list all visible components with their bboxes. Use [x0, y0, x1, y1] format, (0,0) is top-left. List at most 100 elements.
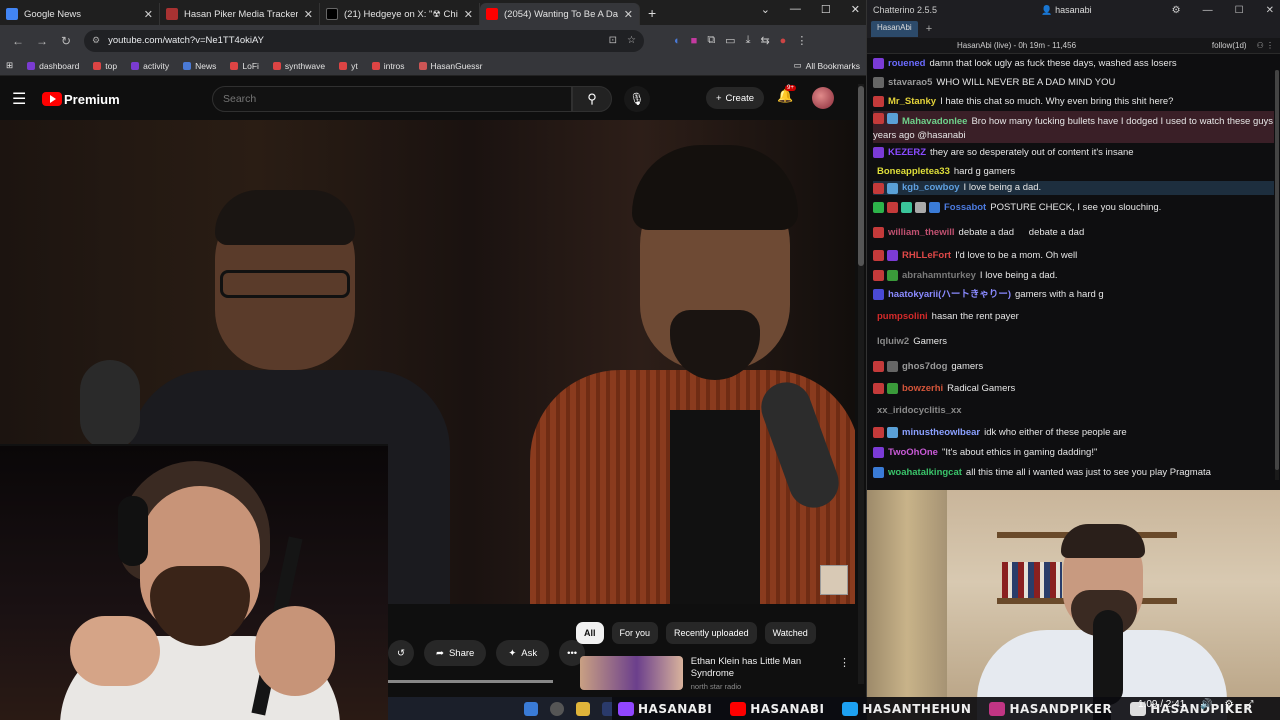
- minimize-icon[interactable]: —: [790, 3, 801, 16]
- new-tab-button[interactable]: +: [648, 5, 656, 21]
- browser-tab-x[interactable]: (21) Hedgeye on X: "☢ China' ✕: [320, 3, 480, 25]
- chat-badge-icon[interactable]: [873, 270, 884, 281]
- windows-start-icon[interactable]: [524, 701, 538, 716]
- close-window-icon[interactable]: ✕: [851, 3, 860, 16]
- create-button[interactable]: + Create: [706, 87, 764, 109]
- bookmark-item[interactable]: LoFi: [230, 61, 259, 71]
- chat-badge-icon[interactable]: [873, 113, 884, 124]
- bookmark-item[interactable]: HasanGuessr: [418, 61, 482, 71]
- close-tab-icon[interactable]: ✕: [304, 8, 313, 21]
- chip-for-you[interactable]: For you: [611, 622, 659, 644]
- chip-recently-uploaded[interactable]: Recently uploaded: [666, 622, 757, 644]
- users-icon[interactable]: ⚇ ⋮: [1257, 41, 1274, 50]
- extension-icon[interactable]: ■: [691, 35, 698, 47]
- dropdown-icon[interactable]: ⌄: [761, 3, 770, 16]
- all-bookmarks-button[interactable]: ▭ All Bookmarks: [794, 60, 860, 71]
- bookmark-item[interactable]: dashboard: [27, 61, 79, 71]
- maximize-icon[interactable]: ☐: [1235, 5, 1244, 16]
- bookmark-item[interactable]: synthwave: [272, 61, 325, 71]
- chat-username[interactable]: woahatalkingcat: [888, 466, 962, 480]
- chat-badge-icon[interactable]: [873, 427, 884, 438]
- chat-badge-icon[interactable]: [887, 383, 898, 394]
- search-icon[interactable]: [550, 701, 564, 716]
- search-button[interactable]: ⚲: [572, 86, 612, 112]
- maximize-icon[interactable]: ☐: [821, 3, 831, 16]
- chat-badge-icon[interactable]: [873, 58, 884, 69]
- chat-username[interactable]: Mr_Stanky: [888, 95, 936, 109]
- voice-search-button[interactable]: 🎙: [624, 86, 650, 112]
- extension-icon[interactable]: ⇆: [760, 34, 769, 47]
- minimize-icon[interactable]: —: [1203, 5, 1213, 16]
- chat-badge-icon[interactable]: [873, 250, 884, 261]
- menu-kebab-icon[interactable]: ⋮: [796, 34, 807, 47]
- recommended-video-thumbnail[interactable]: [580, 656, 683, 690]
- chat-badge-icon[interactable]: [873, 96, 884, 107]
- chat-username[interactable]: Mahavadonlee: [902, 116, 967, 127]
- close-window-icon[interactable]: ✕: [1266, 5, 1274, 16]
- chat-badge-icon[interactable]: [887, 250, 898, 261]
- chat-badge-icon[interactable]: [873, 202, 884, 213]
- chat-username[interactable]: Boneappletea33: [877, 165, 950, 179]
- chat-badge-icon[interactable]: [929, 202, 940, 213]
- close-tab-icon[interactable]: ✕: [144, 8, 153, 21]
- chat-badge-icon[interactable]: [887, 361, 898, 372]
- apps-grid-icon[interactable]: ⊞: [6, 60, 13, 71]
- chat-badge-icon[interactable]: [873, 227, 884, 238]
- chat-username[interactable]: KEZERZ: [888, 146, 926, 160]
- chat-username[interactable]: ghos7dog: [902, 360, 947, 374]
- account-avatar[interactable]: [812, 87, 834, 109]
- chat-badge-icon[interactable]: [873, 361, 884, 372]
- chat-badge-icon[interactable]: [887, 182, 898, 194]
- profile-avatar-icon[interactable]: ●: [780, 35, 787, 47]
- reload-icon[interactable]: ↻: [54, 34, 78, 48]
- address-bar[interactable]: ⚙ youtube.com/watch?v=Ne1TT4okiAY ⊡ ☆: [84, 29, 644, 52]
- chat-badge-icon[interactable]: [887, 427, 898, 438]
- file-explorer-icon[interactable]: [576, 701, 590, 716]
- chat-badge-icon[interactable]: [873, 77, 884, 88]
- chat-badge-icon[interactable]: [887, 113, 898, 124]
- chat-badge-icon[interactable]: [873, 182, 884, 194]
- chat-badge-icon[interactable]: [915, 202, 926, 213]
- chat-badge-icon[interactable]: [873, 289, 884, 300]
- extension-icon[interactable]: ◐: [674, 35, 681, 47]
- chat-badge-icon[interactable]: [873, 383, 884, 394]
- settings-gear-icon[interactable]: ⚙: [1172, 5, 1181, 16]
- fullscreen-icon[interactable]: ⤢: [1245, 699, 1253, 710]
- add-tab-icon[interactable]: +: [926, 23, 932, 35]
- sidebar-icon[interactable]: ▭: [725, 34, 735, 47]
- download-icon[interactable]: ⤓: [746, 34, 751, 47]
- chat-username[interactable]: xx_iridocyclitis_xx: [877, 404, 962, 418]
- logged-in-user[interactable]: 👤 hasanabi: [1041, 5, 1091, 16]
- chat-badge-icon[interactable]: [887, 202, 898, 213]
- extensions-puzzle-icon[interactable]: ⧉: [707, 34, 715, 47]
- follow-mode[interactable]: follow(1d): [1212, 41, 1247, 50]
- chat-username[interactable]: william_thewill: [888, 226, 955, 240]
- chat-badge-icon[interactable]: [887, 270, 898, 281]
- bookmark-item[interactable]: yt: [339, 61, 358, 71]
- chat-scrollbar[interactable]: [1275, 70, 1279, 480]
- bookmark-item[interactable]: intros: [371, 61, 405, 71]
- search-input[interactable]: [212, 86, 572, 112]
- chip-watched[interactable]: Watched: [764, 622, 816, 644]
- chat-username[interactable]: abrahamnturkey: [902, 269, 976, 283]
- scrub-progress-bar[interactable]: [388, 680, 553, 683]
- hamburger-menu-icon[interactable]: ☰: [12, 89, 32, 109]
- chat-tab-hasanabi[interactable]: HasanAbi: [871, 21, 918, 37]
- bookmark-item[interactable]: top: [93, 61, 117, 71]
- close-tab-icon[interactable]: ✕: [464, 8, 473, 21]
- site-info-icon[interactable]: ⚙: [92, 35, 100, 46]
- chat-badge-icon[interactable]: [873, 447, 884, 458]
- browser-tab-media-tracker[interactable]: Hasan Piker Media Tracker ✕: [160, 3, 320, 25]
- browser-tab-google-news[interactable]: Google News ✕: [0, 3, 160, 25]
- chat-username[interactable]: RHLLeFort: [902, 249, 951, 263]
- clip-button[interactable]: ↺: [388, 640, 414, 666]
- chat-username[interactable]: stavarao5: [888, 76, 932, 90]
- close-tab-icon[interactable]: ✕: [624, 8, 633, 21]
- chat-badge-icon[interactable]: [873, 147, 884, 158]
- back-icon[interactable]: ←: [6, 34, 30, 48]
- chat-username[interactable]: haatokyarii(ハートきゃりー): [888, 288, 1011, 302]
- chat-username[interactable]: bowzerhi: [902, 382, 943, 396]
- chat-username[interactable]: minustheowlbear: [902, 426, 980, 440]
- ask-button[interactable]: ✦ Ask: [496, 640, 550, 666]
- bookmark-item[interactable]: News: [183, 61, 216, 71]
